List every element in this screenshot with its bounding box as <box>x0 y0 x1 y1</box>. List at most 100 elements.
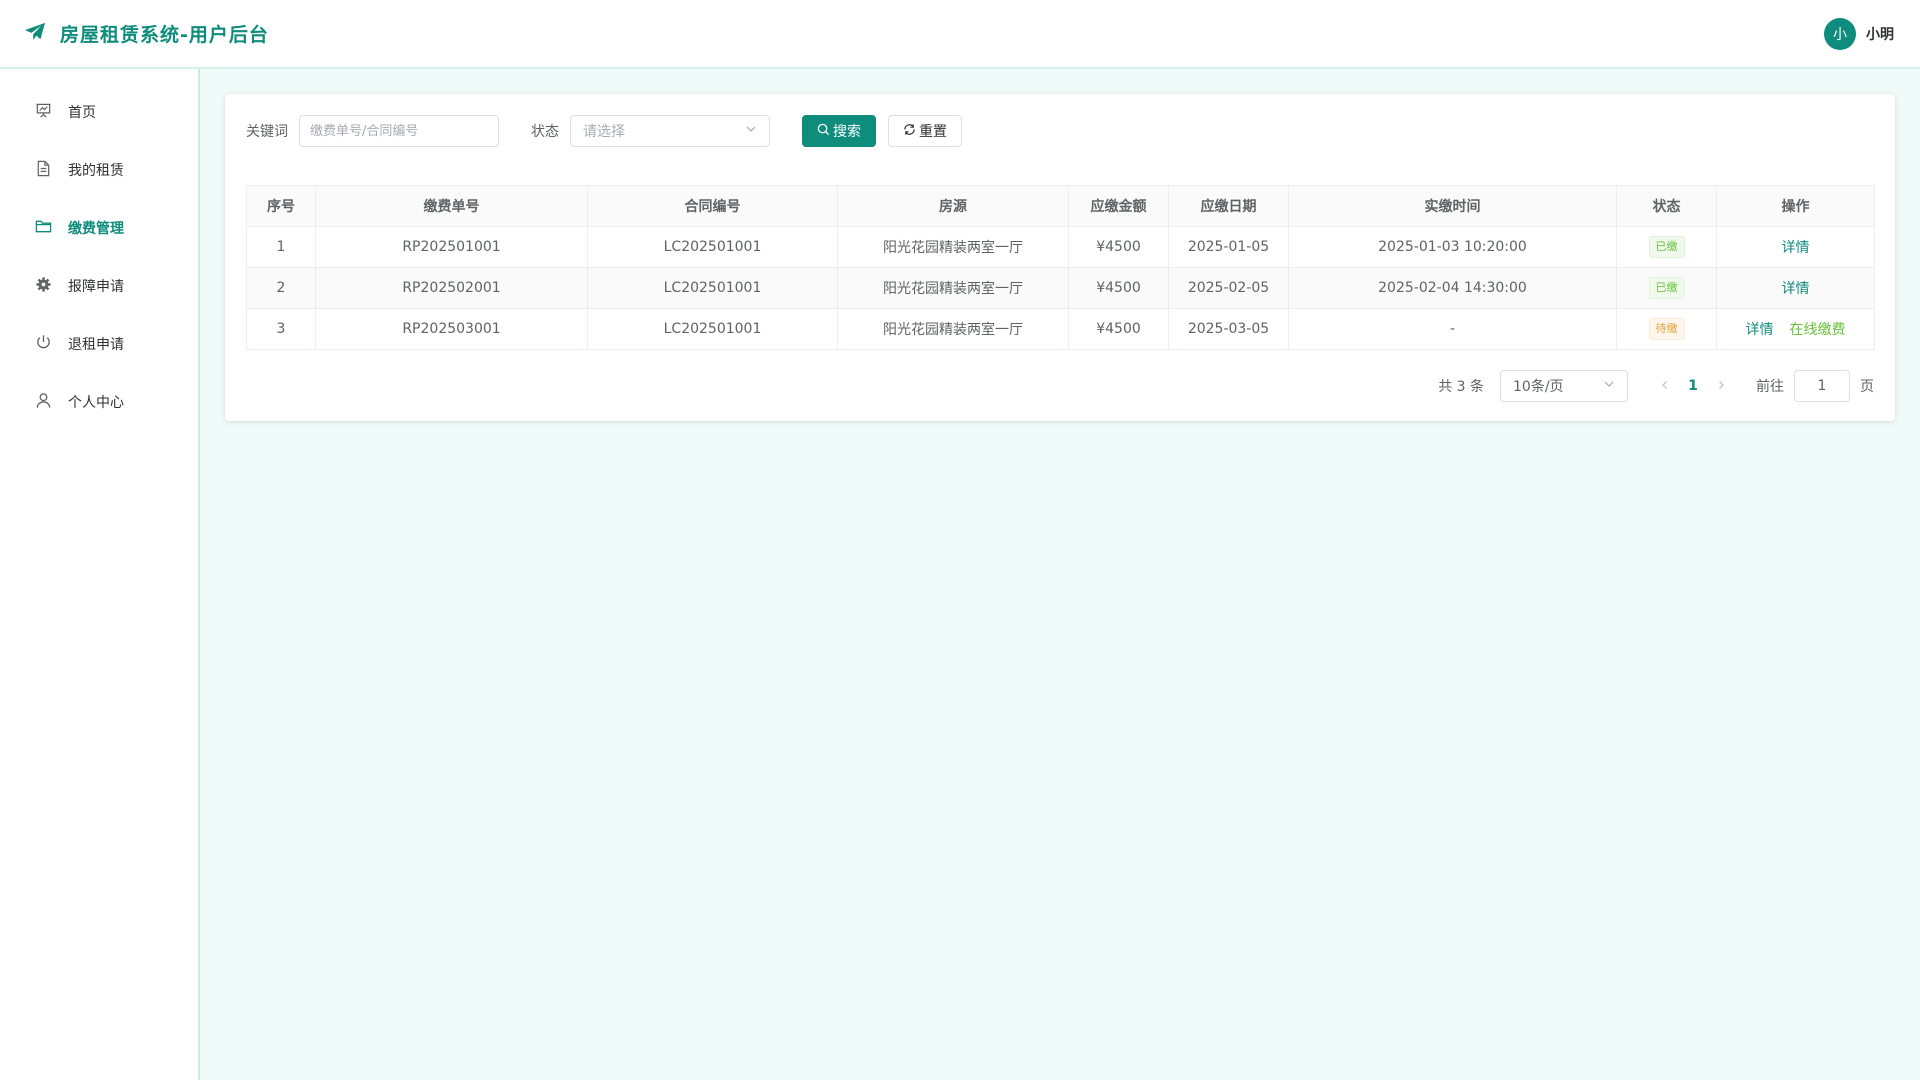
reset-button-label: 重置 <box>919 124 947 140</box>
cell-property: 阳光花园精装两室一厅 <box>837 308 1069 350</box>
cell-paid-time: 2025-01-03 10:20:00 <box>1288 226 1617 268</box>
sidebar-item-label: 个人中心 <box>68 395 124 411</box>
chevron-down-icon <box>1603 378 1615 394</box>
col-header-paid-time: 实缴时间 <box>1288 185 1617 227</box>
total-count: 共 3 条 <box>1438 379 1484 395</box>
sidebar-item-profile[interactable]: 个人中心 <box>0 373 198 431</box>
sidebar: 首页 我的租赁 缴费管理 报障申请 退租申请 个人中心 <box>0 69 200 1080</box>
status-label: 状态 <box>531 124 559 140</box>
chevron-down-icon <box>745 123 757 139</box>
cell-bill-no: RP202502001 <box>315 267 588 309</box>
search-button[interactable]: 搜索 <box>802 115 876 147</box>
next-page-button[interactable] <box>1706 378 1736 394</box>
document-icon <box>35 160 52 181</box>
power-icon <box>35 334 52 355</box>
cell-index: 2 <box>246 267 316 309</box>
filter-bar: 关键词 状态 请选择 搜索 重置 <box>246 115 1874 147</box>
refresh-icon <box>903 123 916 140</box>
top-header: 房屋租赁系统-用户后台 小 小明 <box>0 0 1920 69</box>
sidebar-item-move-out[interactable]: 退租申请 <box>0 315 198 373</box>
user-name[interactable]: 小明 <box>1866 24 1894 44</box>
payment-table: 序号 缴费单号 合同编号 房源 应缴金额 应缴日期 实缴时间 状态 操作 1 R… <box>246 185 1875 350</box>
cell-actions: 详情 <box>1716 267 1875 309</box>
paper-plane-icon <box>24 22 46 46</box>
cell-contract-no: LC202501001 <box>587 308 838 350</box>
table-row: 3 RP202503001 LC202501001 阳光花园精装两室一厅 ¥45… <box>246 308 1875 350</box>
cell-actions: 详情 <box>1716 226 1875 268</box>
cell-due-date: 2025-02-05 <box>1168 267 1289 309</box>
cell-contract-no: LC202501001 <box>587 226 838 268</box>
cell-contract-no: LC202501001 <box>587 267 838 309</box>
cell-amount: ¥4500 <box>1068 308 1169 350</box>
col-header-amount: 应缴金额 <box>1068 185 1169 227</box>
user-icon <box>35 392 52 413</box>
table-header-row: 序号 缴费单号 合同编号 房源 应缴金额 应缴日期 实缴时间 状态 操作 <box>246 185 1875 227</box>
keyword-input[interactable] <box>299 115 499 147</box>
page-unit-label: 页 <box>1860 379 1874 395</box>
user-menu[interactable]: 小 小明 <box>1824 17 1894 50</box>
chevron-right-icon <box>1719 381 1724 389</box>
goto-page-input[interactable] <box>1794 370 1850 402</box>
status-badge: 已缴 <box>1648 236 1685 258</box>
search-icon <box>817 123 830 140</box>
page-size-value: 10条/页 <box>1513 379 1564 395</box>
status-badge: 已缴 <box>1648 277 1685 299</box>
col-header-contract-no: 合同编号 <box>587 185 838 227</box>
detail-link[interactable]: 详情 <box>1746 322 1774 338</box>
cell-paid-time: - <box>1288 308 1617 350</box>
brand: 房屋租赁系统-用户后台 <box>24 20 269 47</box>
detail-link[interactable]: 详情 <box>1782 281 1810 297</box>
cell-status: 已缴 <box>1616 267 1717 309</box>
sidebar-item-label: 首页 <box>68 105 96 121</box>
pagination: 共 3 条 10条/页 1 前往 页 <box>246 370 1874 402</box>
pay-online-link[interactable]: 在线缴费 <box>1790 322 1846 338</box>
gear-icon <box>35 276 52 297</box>
cell-amount: ¥4500 <box>1068 226 1169 268</box>
col-header-status: 状态 <box>1616 185 1717 227</box>
cell-due-date: 2025-01-05 <box>1168 226 1289 268</box>
cell-paid-time: 2025-02-04 14:30:00 <box>1288 267 1617 309</box>
cell-bill-no: RP202503001 <box>315 308 588 350</box>
cell-bill-no: RP202501001 <box>315 226 588 268</box>
sidebar-item-my-lease[interactable]: 我的租赁 <box>0 141 198 199</box>
cell-property: 阳光花园精装两室一厅 <box>837 267 1069 309</box>
sidebar-item-label: 报障申请 <box>68 279 124 295</box>
reset-button[interactable]: 重置 <box>888 115 962 147</box>
payment-card: 关键词 状态 请选择 搜索 重置 序号 <box>225 94 1895 421</box>
cell-amount: ¥4500 <box>1068 267 1169 309</box>
col-header-index: 序号 <box>246 185 316 227</box>
goto-label: 前往 <box>1756 379 1784 395</box>
col-header-actions: 操作 <box>1716 185 1875 227</box>
detail-link[interactable]: 详情 <box>1782 240 1810 256</box>
sidebar-item-home[interactable]: 首页 <box>0 83 198 141</box>
cell-property: 阳光花园精装两室一厅 <box>837 226 1069 268</box>
status-select-value: 请选择 <box>583 124 625 140</box>
col-header-bill-no: 缴费单号 <box>315 185 588 227</box>
search-button-label: 搜索 <box>833 124 861 140</box>
cell-index: 1 <box>246 226 316 268</box>
prev-page-button[interactable] <box>1650 378 1680 394</box>
sidebar-item-payment[interactable]: 缴费管理 <box>0 199 198 257</box>
cell-status: 待缴 <box>1616 308 1717 350</box>
sidebar-item-label: 缴费管理 <box>68 221 124 237</box>
chevron-left-icon <box>1662 381 1667 389</box>
avatar[interactable]: 小 <box>1824 17 1856 50</box>
cell-index: 3 <box>246 308 316 350</box>
presentation-chart-icon <box>35 102 52 123</box>
page-number-current[interactable]: 1 <box>1680 378 1706 394</box>
cell-status: 已缴 <box>1616 226 1717 268</box>
page-size-select[interactable]: 10条/页 <box>1500 370 1628 402</box>
sidebar-item-label: 我的租赁 <box>68 163 124 179</box>
app-title: 房屋租赁系统-用户后台 <box>60 24 269 46</box>
col-header-due-date: 应缴日期 <box>1168 185 1289 227</box>
cell-due-date: 2025-03-05 <box>1168 308 1289 350</box>
status-select[interactable]: 请选择 <box>570 115 770 147</box>
sidebar-item-repair[interactable]: 报障申请 <box>0 257 198 315</box>
table-row: 2 RP202502001 LC202501001 阳光花园精装两室一厅 ¥45… <box>246 267 1875 309</box>
col-header-property: 房源 <box>837 185 1069 227</box>
folder-icon <box>35 218 52 239</box>
sidebar-item-label: 退租申请 <box>68 337 124 353</box>
status-badge: 待缴 <box>1648 318 1685 340</box>
cell-actions: 详情 在线缴费 <box>1716 308 1875 350</box>
table-row: 1 RP202501001 LC202501001 阳光花园精装两室一厅 ¥45… <box>246 226 1875 268</box>
